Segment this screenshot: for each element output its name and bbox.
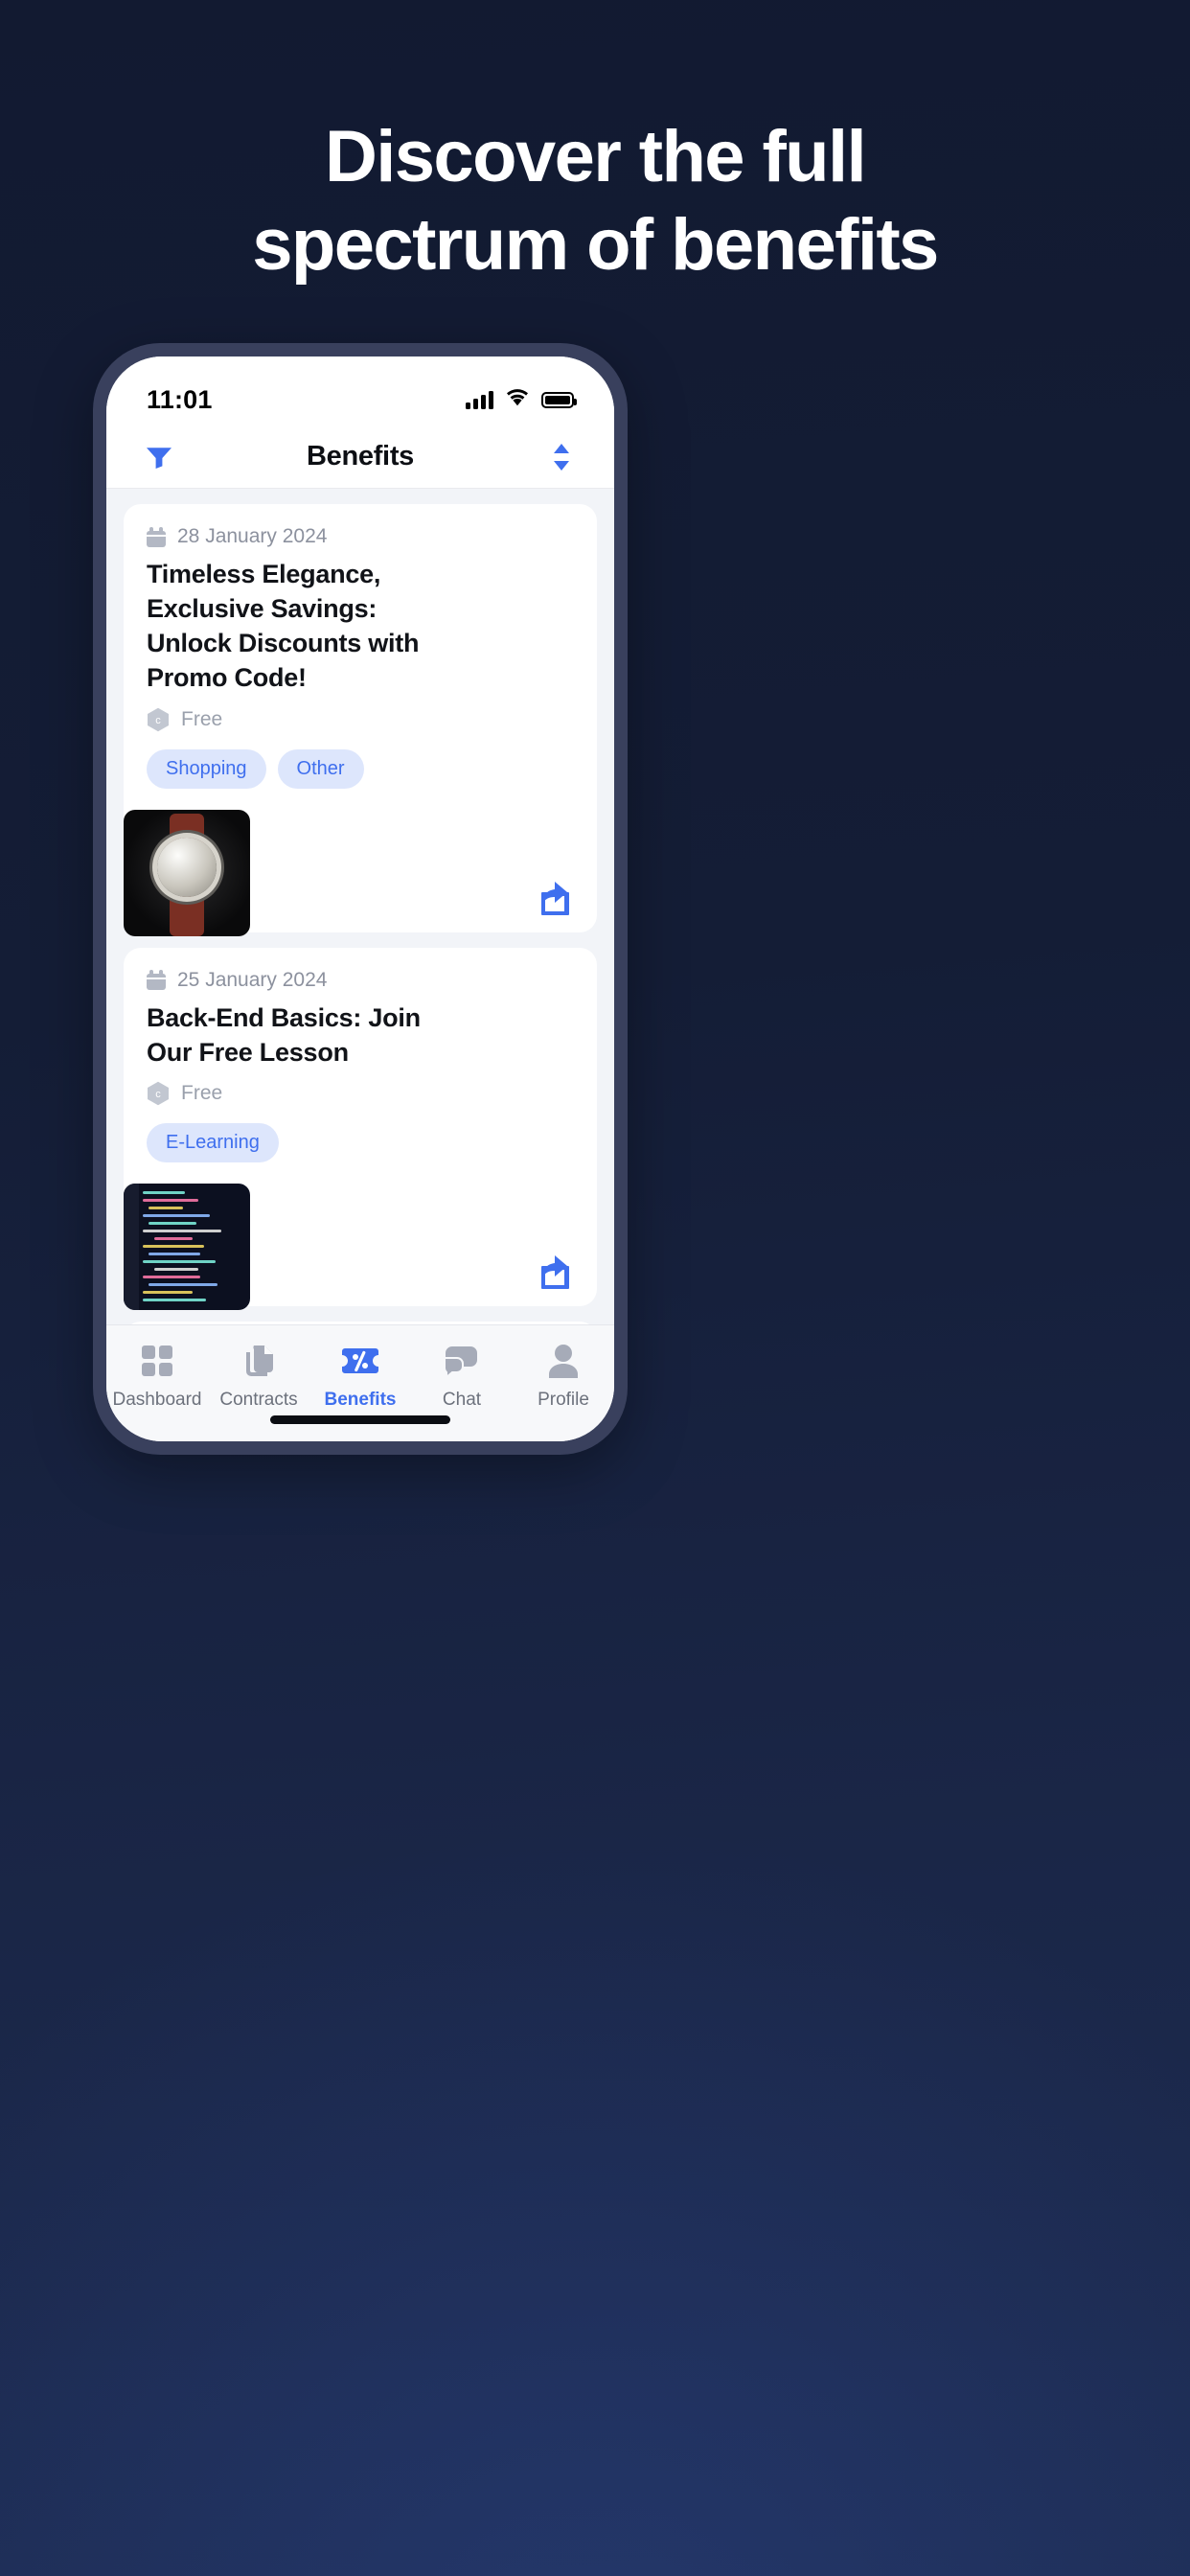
tab-label: Dashboard <box>112 1390 202 1410</box>
share-icon[interactable] <box>536 1253 574 1291</box>
card-price-row: c Free <box>147 1081 574 1106</box>
card-price: Free <box>181 707 223 730</box>
grid-icon <box>140 1341 174 1381</box>
filter-icon[interactable] <box>137 435 181 479</box>
coin-hexagon-icon: c <box>147 707 170 732</box>
svg-text:c: c <box>155 1089 161 1100</box>
tag-chip[interactable]: Shopping <box>147 748 266 789</box>
status-bar-icons <box>466 388 577 412</box>
signal-bars-icon <box>466 390 493 409</box>
headline-line-2: spectrum of benefits <box>252 204 939 286</box>
card-thumbnail <box>124 1184 250 1311</box>
card-title: Timeless Elegance, Exclusive Savings: Un… <box>147 560 420 692</box>
card-title: Back-End Basics: Join Our Free Lesson <box>147 1002 421 1067</box>
card-date: 25 January 2024 <box>177 968 328 991</box>
tab-benefits[interactable]: Benefits <box>309 1341 411 1411</box>
page-title: Benefits <box>306 441 414 472</box>
home-indicator <box>270 1415 450 1424</box>
card-date: 28 January 2024 <box>177 525 328 547</box>
status-bar: 11:01 <box>106 356 614 426</box>
tag-chip[interactable]: Other <box>277 748 364 789</box>
share-icon[interactable] <box>536 879 574 917</box>
benefit-card[interactable]: 19 January 2024 Double the Joy: Buy One … <box>124 1322 597 1324</box>
calendar-icon <box>147 970 166 991</box>
card-tags: Shopping Other <box>147 748 574 789</box>
headline-line-1: Discover the full <box>324 116 867 197</box>
sort-icon[interactable] <box>539 435 584 479</box>
card-thumbnail <box>124 809 250 936</box>
status-bar-clock: 11:01 <box>147 384 213 414</box>
card-tags: E-Learning <box>147 1123 574 1163</box>
svg-text:c: c <box>155 715 161 726</box>
benefit-card[interactable]: 28 January 2024 Timeless Elegance, Exclu… <box>124 504 597 936</box>
tab-dashboard[interactable]: Dashboard <box>106 1341 208 1411</box>
tab-contracts[interactable]: Contracts <box>208 1341 309 1411</box>
person-icon <box>547 1341 580 1381</box>
card-price: Free <box>181 1082 223 1105</box>
benefit-card[interactable]: 25 January 2024 Back-End Basics: Join Ou… <box>124 947 597 1311</box>
card-price-row: c Free <box>147 707 574 732</box>
benefits-feed[interactable]: 28 January 2024 Timeless Elegance, Exclu… <box>106 489 614 1324</box>
battery-icon <box>541 391 577 408</box>
tab-label: Benefits <box>324 1390 397 1410</box>
documents-icon <box>241 1341 276 1381</box>
tab-chat[interactable]: Chat <box>411 1341 513 1411</box>
card-date-row: 28 January 2024 <box>147 525 574 548</box>
promo-headline: Discover the full spectrum of benefits <box>0 113 1190 289</box>
tab-label: Profile <box>538 1390 589 1410</box>
calendar-icon <box>147 526 166 547</box>
phone-mockup: 11:01 Benefits 28 January 2024 Timeless … <box>93 343 628 1455</box>
ticket-percent-icon <box>341 1341 379 1381</box>
tab-label: Chat <box>442 1390 482 1410</box>
wifi-icon <box>505 388 530 412</box>
nav-bar: Benefits <box>106 426 614 489</box>
tab-profile[interactable]: Profile <box>513 1341 614 1411</box>
tab-label: Contracts <box>219 1390 298 1410</box>
phone-screen: 11:01 Benefits 28 January 2024 Timeless … <box>106 356 614 1441</box>
coin-hexagon-icon: c <box>147 1081 170 1106</box>
card-date-row: 25 January 2024 <box>147 969 574 992</box>
tag-chip[interactable]: E-Learning <box>147 1123 279 1163</box>
chat-bubbles-icon <box>444 1341 480 1381</box>
